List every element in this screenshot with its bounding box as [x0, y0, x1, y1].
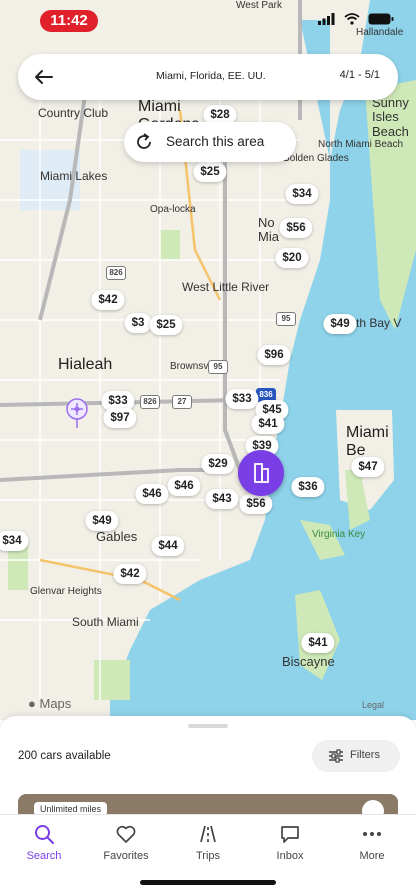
price-pin[interactable]: $96: [257, 345, 291, 365]
battery-icon: [368, 13, 394, 25]
price-pin[interactable]: $20: [275, 248, 309, 268]
search-this-area-button[interactable]: Search this area: [124, 122, 296, 162]
price-pin[interactable]: $36: [291, 477, 325, 497]
price-pin[interactable]: $56: [239, 494, 273, 514]
refresh-icon: [137, 133, 151, 149]
price-pin[interactable]: $34: [285, 184, 319, 204]
price-pin[interactable]: $42: [91, 290, 125, 310]
tab-label: Favorites: [103, 850, 149, 862]
highway-shield: 95: [276, 312, 296, 326]
tab-label: Trips: [195, 850, 221, 862]
highway-shield: 826: [106, 266, 126, 280]
search-dates[interactable]: 4/1 - 5/1: [340, 69, 380, 81]
heart-icon: [116, 825, 136, 843]
selected-location-marker[interactable]: [238, 450, 284, 496]
dropped-pin-icon[interactable]: [66, 398, 88, 428]
tab-search[interactable]: Search: [4, 823, 84, 873]
price-pin[interactable]: $29: [201, 454, 235, 474]
tab-label: More: [359, 850, 385, 862]
label-sunny-isles: Sunny Isles Beach: [372, 95, 409, 139]
search-location[interactable]: Miami, Florida, EE. UU.: [156, 70, 266, 82]
price-pin[interactable]: $56: [279, 218, 313, 238]
search-summary-bar[interactable]: Miami, Florida, EE. UU. 4/1 - 5/1: [18, 54, 398, 100]
label-virginia-key: Virginia Key: [312, 529, 366, 540]
tab-more[interactable]: More: [332, 823, 412, 873]
label-south-miami: South Miami: [72, 615, 139, 629]
tab-trips[interactable]: Trips: [168, 823, 248, 873]
apple-maps-attribution: ● Maps: [28, 696, 72, 711]
price-pin[interactable]: $49: [85, 511, 119, 531]
filters-button[interactable]: Filters: [312, 740, 400, 772]
price-pin[interactable]: $42: [113, 564, 147, 584]
label-west-little-river: West Little River: [182, 280, 270, 294]
price-pin[interactable]: $25: [149, 315, 183, 335]
back-button[interactable]: [30, 63, 58, 91]
tab-favorites[interactable]: Favorites: [86, 823, 166, 873]
price-pin[interactable]: $43: [205, 489, 239, 509]
wifi-icon: [344, 13, 360, 25]
label-golden-glades: Golden Glades: [282, 153, 349, 164]
filters-label: Filters: [350, 749, 380, 761]
legal-link[interactable]: Legal: [362, 700, 384, 710]
price-pin[interactable]: $34: [0, 531, 29, 551]
more-icon: [363, 832, 381, 836]
price-pin[interactable]: $41: [301, 633, 335, 653]
building-icon: [254, 463, 269, 483]
map-view[interactable]: West Park Hallandale Country Club Miami …: [0, 0, 416, 720]
label-north-miami-beach: North Miami Beach: [318, 139, 404, 150]
tab-inbox[interactable]: Inbox: [250, 823, 330, 873]
label-west-park: West Park: [236, 0, 282, 11]
highway-shield: 27: [172, 395, 192, 409]
home-indicator[interactable]: [140, 880, 276, 885]
label-north-miami: No Mia: [258, 215, 279, 245]
results-sheet[interactable]: 200 cars available Filters Unlimited mil…: [0, 716, 416, 816]
highway-shield: 95: [208, 360, 228, 374]
arrow-left-icon: [35, 70, 53, 84]
price-pin[interactable]: $33: [225, 389, 259, 409]
signal-icon: [318, 13, 335, 25]
price-pin[interactable]: $44: [151, 536, 185, 556]
price-pin[interactable]: $25: [193, 162, 227, 182]
sheet-drag-handle[interactable]: [188, 724, 228, 728]
chat-icon: [281, 826, 299, 843]
search-icon: [35, 825, 54, 844]
price-pin[interactable]: $49: [323, 314, 357, 334]
tab-label: Search: [26, 850, 62, 862]
label-hialeah: Hialeah: [58, 356, 113, 373]
road-icon: [200, 825, 216, 843]
price-pin[interactable]: $3: [124, 313, 152, 333]
cars-available-count: 200 cars available: [18, 750, 111, 762]
status-icons: [318, 13, 394, 25]
price-pin[interactable]: $41: [251, 414, 285, 434]
car-listing-card[interactable]: Unlimited miles: [18, 794, 398, 816]
price-pin[interactable]: $97: [103, 408, 137, 428]
price-pin[interactable]: $46: [167, 476, 201, 496]
label-north-bay-village: rth Bay V: [352, 316, 402, 330]
status-time: 11:42: [40, 10, 98, 32]
highway-shield: 826: [140, 395, 160, 409]
label-hallandale: Hallandale: [356, 27, 404, 38]
label-opa-locka: Opa-locka: [150, 204, 196, 215]
label-key-biscayne: Biscayne: [282, 654, 335, 669]
search-this-area-label: Search this area: [166, 134, 265, 149]
label-glenvar-heights: Glenvar Heights: [30, 586, 102, 597]
filter-sliders-icon: [329, 749, 343, 763]
label-miami-beach: Miami Be: [346, 424, 389, 459]
label-country-club: Country Club: [38, 106, 109, 120]
label-miami-lakes: Miami Lakes: [40, 169, 108, 183]
apple-logo-icon: ●: [28, 696, 36, 711]
tab-label: Inbox: [276, 850, 304, 862]
app-screen: West Park Hallandale Country Club Miami …: [0, 0, 416, 896]
price-pin[interactable]: $47: [351, 457, 385, 477]
price-pin[interactable]: $46: [135, 484, 169, 504]
